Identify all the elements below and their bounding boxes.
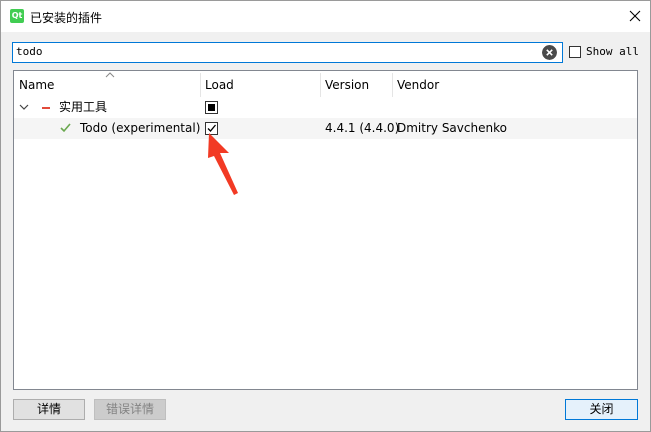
plugin-name: Todo (experimental) xyxy=(80,121,201,135)
title-bar: Qt 已安装的插件 xyxy=(1,1,650,32)
plugin-tree[interactable]: Name Load Version Vendor 实用工具 Todo (expe… xyxy=(13,70,638,390)
expand-chevron-icon[interactable] xyxy=(19,103,29,111)
show-all-checkbox-box[interactable] xyxy=(569,46,581,58)
category-load-checkbox[interactable] xyxy=(205,101,218,114)
partial-check-icon xyxy=(208,104,215,111)
close-icon[interactable] xyxy=(623,4,647,28)
close-button[interactable]: 关闭 xyxy=(565,399,638,420)
plugin-version: 4.4.1 (4.4.0) xyxy=(325,121,400,135)
search-input-value[interactable]: todo xyxy=(16,45,43,58)
search-input[interactable]: todo xyxy=(12,42,563,63)
category-status-icon xyxy=(42,107,50,109)
details-button[interactable]: 详情 xyxy=(13,399,85,420)
column-header-vendor-label: Vendor xyxy=(397,78,440,92)
plugins-dialog: Qt 已安装的插件 todo Show all Name Load Versio… xyxy=(0,0,651,432)
sort-caret-icon xyxy=(105,72,115,78)
column-header-load[interactable]: Load xyxy=(200,71,320,98)
annotation-arrow xyxy=(208,133,238,195)
column-header-load-label: Load xyxy=(205,78,234,92)
column-header-vendor[interactable]: Vendor xyxy=(392,71,637,98)
qt-app-icon: Qt xyxy=(10,9,24,23)
plugin-vendor: Dmitry Savchenko xyxy=(397,121,507,135)
error-details-button[interactable]: 错误详情 xyxy=(94,399,166,420)
column-header-version[interactable]: Version xyxy=(320,71,392,98)
column-header-version-label: Version xyxy=(325,78,370,92)
check-icon xyxy=(60,123,71,133)
category-label: 实用工具 xyxy=(59,100,108,114)
column-header-name[interactable]: Name xyxy=(14,71,200,98)
column-header-name-label: Name xyxy=(19,78,55,92)
tree-row-plugin[interactable]: Todo (experimental) 4.4.1 (4.4.0) Dmitry… xyxy=(14,118,637,139)
show-all-label: Show all xyxy=(586,45,639,58)
clear-search-icon[interactable] xyxy=(542,45,557,60)
window-title: 已安装的插件 xyxy=(30,11,103,25)
tree-row-category[interactable]: 实用工具 xyxy=(14,97,637,118)
tree-header: Name Load Version Vendor xyxy=(14,71,637,98)
